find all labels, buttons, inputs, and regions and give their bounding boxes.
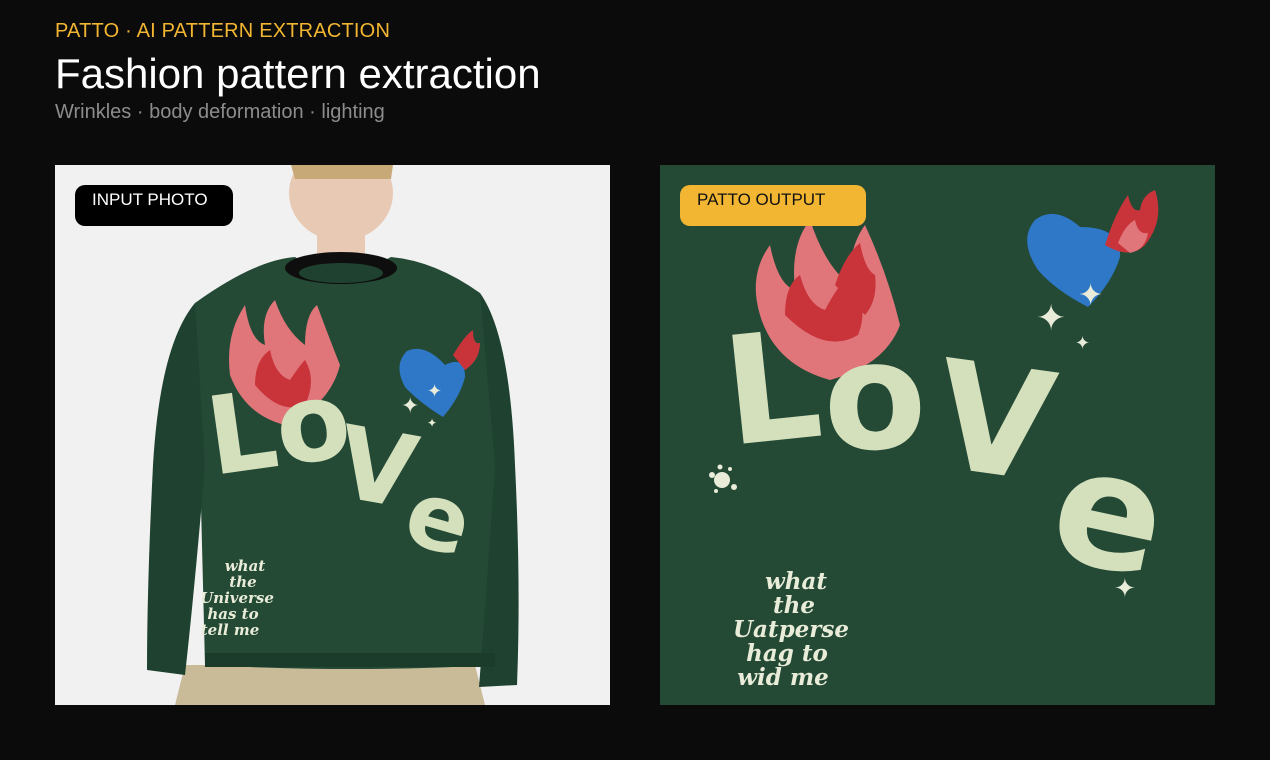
eyebrow-label: PATTO · AI PATTERN EXTRACTION (55, 20, 391, 42)
svg-text:✦: ✦ (1078, 278, 1103, 313)
output-print-line-4: hag to (746, 640, 828, 667)
patto-output-panel: L o V e ✦ ✦ ✦ ✦ what the Uatperse hag to… (660, 165, 1215, 705)
svg-text:✦: ✦ (1075, 333, 1090, 354)
svg-text:✦: ✦ (427, 416, 437, 430)
svg-text:✦: ✦ (427, 381, 442, 402)
svg-text:L: L (716, 298, 829, 481)
output-print-line-3: Uatperse (733, 616, 849, 643)
svg-text:Lo: Lo (199, 357, 358, 501)
page: PATTO · AI PATTERN EXTRACTION Fashion pa… (0, 0, 1270, 760)
input-photo-badge: INPUT PHOTO (75, 185, 233, 226)
extracted-pattern-image: L o V e ✦ ✦ ✦ ✦ what the Uatperse hag to… (660, 165, 1215, 705)
svg-text:✦: ✦ (1036, 298, 1066, 339)
svg-text:✦: ✦ (1114, 574, 1136, 604)
svg-text:o: o (820, 308, 929, 485)
input-photo-panel: Lo V e ✦ ✦ ✦ what the Universe has to te… (55, 165, 610, 705)
page-subtitle: Wrinkles · body deformation · lighting (55, 101, 385, 123)
page-title: Fashion pattern extraction (55, 50, 541, 97)
output-print-line-1: what (765, 568, 827, 595)
output-print-line-5: wid me (737, 664, 829, 691)
input-print-line-5: tell me (201, 621, 260, 639)
input-photo-image: Lo V e ✦ ✦ ✦ what the Universe has to te… (55, 165, 610, 705)
svg-text:V: V (925, 328, 1064, 516)
patto-output-badge: PATTO OUTPUT (680, 185, 866, 226)
output-print-line-2: the (773, 592, 815, 619)
svg-text:✦: ✦ (401, 394, 419, 419)
